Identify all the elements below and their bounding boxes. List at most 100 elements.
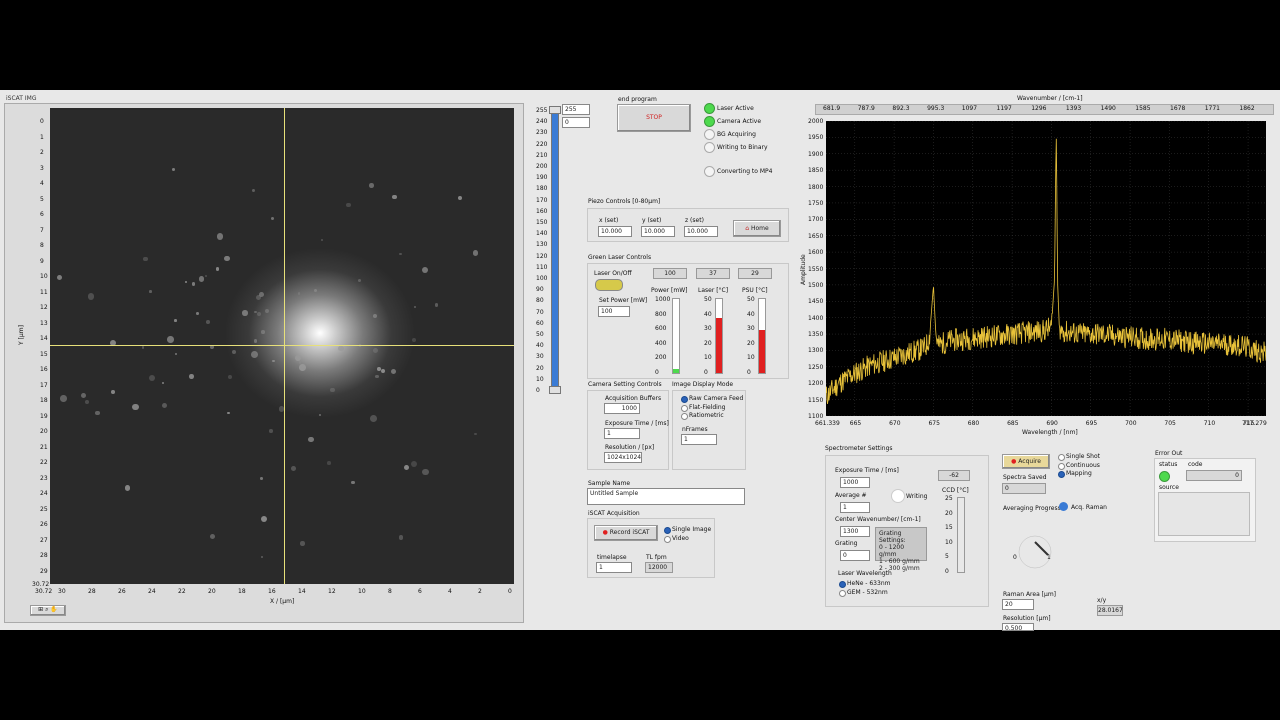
colormap-tick: 100	[536, 275, 548, 282]
iscat-image[interactable]	[50, 108, 514, 584]
display-mode-radio[interactable]	[681, 413, 688, 420]
spectrum-plot[interactable]	[826, 121, 1266, 416]
gauge-min-label: 0	[1013, 554, 1017, 561]
cursor-vertical[interactable]	[284, 108, 285, 584]
speckle	[377, 367, 382, 371]
acquire-mode-radio[interactable]	[1058, 462, 1065, 470]
image-y-tick: 23	[40, 474, 48, 482]
colormap-min-handle[interactable]	[549, 386, 561, 394]
speckle	[196, 312, 200, 316]
piezo-y-input[interactable]: 10.000	[641, 226, 675, 237]
laser-wavelength-radio[interactable]	[839, 589, 846, 597]
speckle	[81, 392, 86, 398]
cursor-horizontal[interactable]	[50, 345, 514, 346]
amplitude-tick: 1200	[808, 380, 824, 388]
record-icon: ●	[602, 529, 608, 536]
resolution-select[interactable]: 1024x1024	[604, 452, 642, 463]
speckle	[313, 288, 318, 293]
grating-settings-box: Grating Settings: 0 - 1200 g/mm 1 - 600 …	[875, 527, 927, 572]
ccd-temp-label: CCD [°C]	[942, 487, 969, 494]
amplitude-tick: 2000	[808, 118, 824, 125]
graph-palette-toolbar[interactable]: ⊞ ⌕ ✋	[30, 605, 66, 616]
piezo-z-input[interactable]: 10.000	[684, 226, 718, 237]
colormap-tick: 120	[536, 252, 548, 260]
speckle	[232, 349, 237, 355]
iscat-mode-radio[interactable]	[664, 535, 671, 543]
colormap-max-input[interactable]: 255	[562, 104, 590, 115]
grating-settings-line: 0 - 1200 g/mm	[879, 544, 905, 558]
amplitude-tick: 1850	[808, 167, 824, 175]
spec-exposure-input[interactable]: 1000	[840, 477, 870, 488]
amplitude-tick: 1800	[808, 183, 824, 191]
laser-temp-tick: 0	[704, 368, 708, 376]
speckle	[300, 541, 305, 546]
ccd-tick: 5	[945, 553, 949, 560]
nframes-input[interactable]: 1	[681, 434, 717, 445]
acquire-mode-radio[interactable]	[1058, 454, 1065, 461]
image-y-tick: 3	[40, 164, 44, 172]
speckle	[141, 346, 145, 349]
image-x-tick: 4	[448, 588, 452, 595]
image-y-tick: 26	[40, 521, 48, 528]
psu-temp-tick: 20	[747, 339, 755, 347]
speckle	[210, 534, 216, 540]
ccd-tick: 10	[945, 538, 953, 546]
acquire-mode-radio[interactable]	[1058, 471, 1065, 478]
record-iscat-button[interactable]: ● Record iSCAT	[594, 525, 658, 541]
colormap-max-handle[interactable]	[549, 106, 561, 114]
colormap-tick: 220	[536, 140, 548, 148]
set-power-input[interactable]: 100	[598, 306, 630, 317]
colormap-scale[interactable]	[551, 110, 559, 392]
crosshair-tool-icon[interactable]: ⊞	[38, 606, 43, 613]
laser-temp-tick: 30	[704, 325, 712, 332]
home-button[interactable]: ⌂ Home	[733, 220, 781, 237]
speckle	[174, 319, 177, 322]
average-input[interactable]: 1	[840, 502, 870, 513]
laser-onoff-toggle[interactable]	[595, 279, 623, 291]
scan-resolution-input[interactable]: 0.500	[1002, 623, 1034, 631]
piezo-x-input[interactable]: 10.000	[598, 226, 632, 237]
image-x-tick: 28	[88, 588, 96, 595]
pan-tool-icon[interactable]: ✋	[50, 606, 57, 613]
grating-input[interactable]: 0	[840, 550, 870, 561]
wavelength-tick: 715	[1243, 420, 1255, 427]
stop-button[interactable]: STOP	[617, 104, 691, 132]
image-y-tick: 20	[40, 428, 48, 435]
display-mode-radio[interactable]	[681, 396, 688, 403]
buffers-input[interactable]: 1000	[604, 403, 640, 414]
colormap-min-input[interactable]: 0	[562, 117, 590, 128]
timelapse-label: timelapse	[597, 554, 627, 561]
error-status-led	[1159, 471, 1170, 482]
center-wavenumber-input[interactable]: 1300	[840, 526, 870, 537]
wavelength-tick: 675	[928, 420, 940, 427]
wavelength-tick: 685	[1007, 420, 1019, 427]
speckle	[413, 306, 417, 309]
wavenumber-tick: 1296	[1031, 105, 1047, 112]
display-mode-radio[interactable]	[681, 404, 688, 412]
colormap-tick: 80	[536, 297, 544, 305]
amplitude-tick: 1900	[808, 150, 824, 158]
psu-temp-tick: 0	[747, 368, 751, 376]
speckle	[132, 403, 140, 411]
wavenumber-tick: 1585	[1135, 105, 1151, 112]
power-tick: 400	[655, 339, 667, 347]
image-y-tick: 1	[40, 133, 44, 141]
timelapse-input[interactable]: 1	[596, 562, 632, 573]
raman-area-input[interactable]: 20	[1002, 599, 1034, 610]
colormap-tick: 170	[536, 196, 548, 204]
acquire-mode-option: Mapping	[1066, 470, 1092, 477]
exposure-input[interactable]: 1	[604, 428, 640, 439]
image-y-tick: 5	[40, 195, 44, 203]
image-y-tick: 25	[40, 505, 48, 513]
speckle	[257, 311, 262, 316]
gauge-max-label: 1	[1047, 554, 1051, 561]
zoom-tool-icon[interactable]: ⌕	[45, 606, 48, 613]
speckle	[370, 414, 378, 422]
acquire-button[interactable]: ● Acquire	[1002, 454, 1050, 469]
iscat-mode-radio[interactable]	[664, 527, 671, 534]
speckle	[184, 280, 187, 284]
sample-name-input[interactable]: Untitled Sample	[587, 488, 745, 505]
wavelength-tick: 680	[967, 420, 980, 427]
laser-wavelength-radio[interactable]	[839, 581, 846, 588]
display-mode-option: Ratiometric	[689, 412, 724, 419]
